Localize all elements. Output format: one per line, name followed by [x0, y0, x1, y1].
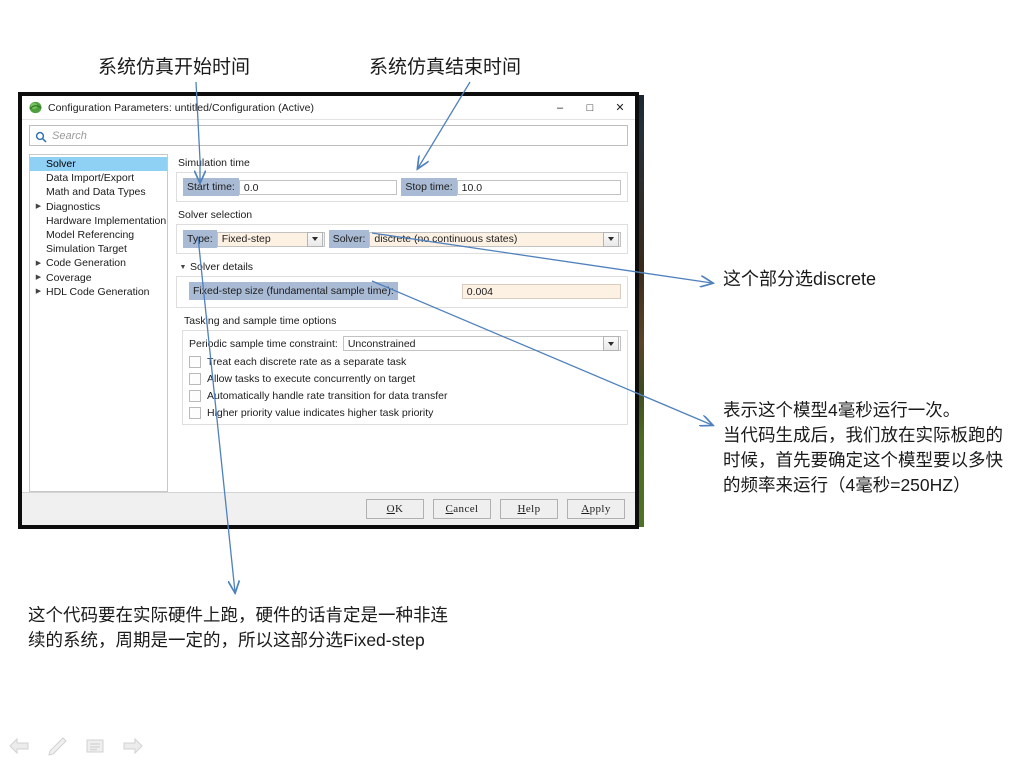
solver-selection-group-title: Solver selection: [178, 209, 253, 221]
window-title: Configuration Parameters: untitled/Confi…: [48, 101, 315, 114]
solver-details-title: Solver details: [190, 261, 254, 273]
search-row: Search: [22, 120, 635, 150]
window-controls: – □ ✕: [545, 96, 635, 119]
stop-time-input[interactable]: 10.0: [456, 179, 621, 195]
annotation-stop-time: 系统仿真结束时间: [369, 57, 522, 78]
chevron-down-icon[interactable]: [306, 231, 323, 247]
checkbox-label: Allow tasks to execute concurrently on t…: [207, 373, 416, 385]
minimize-button[interactable]: –: [545, 96, 575, 119]
tree-item-hdl-code-generation[interactable]: ▶ HDL Code Generation: [30, 285, 167, 299]
tree-item-label: Math and Data Types: [46, 186, 146, 199]
ok-button-rest: K: [395, 503, 404, 515]
tree-item-math-and-data-types[interactable]: Math and Data Types: [30, 185, 167, 199]
collapse-triangle-icon[interactable]: ▼: [178, 264, 188, 271]
tree-item-label: Coverage: [46, 271, 92, 284]
start-time-input[interactable]: 0.0: [238, 179, 398, 195]
tree-item-simulation-target[interactable]: Simulation Target: [30, 242, 167, 256]
checkbox-row-separate-task[interactable]: Treat each discrete rate as a separate t…: [189, 356, 621, 368]
checkbox-row-concurrent[interactable]: Allow tasks to execute concurrently on t…: [189, 373, 621, 385]
matlab-simulink-icon: [29, 101, 42, 114]
solver-value: discrete (no continuous states): [374, 233, 518, 245]
tree-item-hardware-implementation[interactable]: Hardware Implementation: [30, 214, 167, 228]
pencil-icon[interactable]: [46, 736, 68, 756]
settings-tree[interactable]: Solver Data Import/Export Math and Data …: [29, 154, 168, 492]
help-button-rest: elp: [525, 503, 541, 515]
apply-button-rest: pply: [589, 503, 611, 515]
tree-item-label: Code Generation: [46, 257, 126, 270]
annotation-start-time: 系统仿真开始时间: [98, 57, 251, 78]
periodic-constraint-dropdown[interactable]: Unconstrained: [342, 336, 621, 351]
tree-item-label: Hardware Implementation: [46, 214, 167, 227]
tree-item-label: HDL Code Generation: [46, 285, 150, 298]
checkbox-label: Automatically handle rate transition for…: [207, 390, 448, 402]
checkbox-row-rate-transition[interactable]: Automatically handle rate transition for…: [189, 390, 621, 402]
tree-item-label: Model Referencing: [46, 229, 135, 242]
settings-pane: Simulation time Start time: 0.0 Stop tim…: [174, 154, 628, 492]
window-title-bar: Configuration Parameters: untitled/Confi…: [22, 96, 635, 120]
fixed-step-size-label: Fixed-step size (fundamental sample time…: [189, 282, 398, 300]
dialog-footer: OK Cancel Help Apply: [22, 492, 635, 525]
expand-triangle-icon[interactable]: ▶: [34, 260, 43, 267]
annotation-sample-rate: 表示这个模型4毫秒运行一次。 当代码生成后，我们放在实际板跑的时候，首先要确定这…: [723, 400, 1003, 495]
start-time-label: Start time:: [183, 178, 239, 196]
arrow-right-icon[interactable]: [122, 736, 144, 756]
checkbox-row-priority[interactable]: Higher priority value indicates higher t…: [189, 407, 621, 419]
tree-item-label: Diagnostics: [46, 200, 101, 213]
help-button[interactable]: Help: [500, 499, 558, 519]
annotation-discrete: 这个部分选discrete: [723, 269, 877, 289]
arrow-left-icon[interactable]: [8, 736, 30, 756]
tree-item-diagnostics[interactable]: ▶ Diagnostics: [30, 200, 167, 214]
search-input[interactable]: Search: [29, 125, 628, 146]
tree-item-label: Solver: [46, 158, 76, 171]
expand-triangle-icon[interactable]: ▶: [34, 203, 43, 210]
cancel-button-rest: ancel: [453, 503, 479, 515]
ok-button[interactable]: OK: [366, 499, 424, 519]
solver-details-header[interactable]: ▼ Solver details: [178, 261, 628, 273]
slide-navigation-bar: [8, 736, 144, 756]
stop-time-label: Stop time:: [401, 178, 457, 196]
tasking-options-group: Periodic sample time constraint: Unconst…: [182, 330, 628, 425]
checkbox-separate-task[interactable]: [189, 356, 201, 368]
document-icon[interactable]: [84, 736, 106, 756]
simulation-time-group: Start time: 0.0 Stop time: 10.0: [176, 172, 628, 202]
checkbox-rate-transition[interactable]: [189, 390, 201, 402]
checkbox-concurrent-execution[interactable]: [189, 373, 201, 385]
tree-item-solver[interactable]: Solver: [30, 157, 167, 172]
cancel-button[interactable]: Cancel: [433, 499, 491, 519]
periodic-constraint-label: Periodic sample time constraint:: [189, 337, 338, 350]
tree-item-data-import-export[interactable]: Data Import/Export: [30, 171, 167, 185]
search-placeholder: Search: [52, 129, 87, 142]
solver-label: Solver:: [328, 230, 370, 248]
chevron-down-icon[interactable]: [603, 336, 619, 351]
close-button[interactable]: ✕: [605, 96, 635, 119]
solver-type-value: Fixed-step: [221, 233, 271, 245]
expand-triangle-icon[interactable]: ▶: [34, 288, 43, 295]
maximize-button[interactable]: □: [575, 96, 605, 119]
solver-dropdown[interactable]: discrete (no continuous states): [369, 231, 621, 247]
solver-details-group: Fixed-step size (fundamental sample time…: [176, 276, 628, 308]
expand-triangle-icon[interactable]: ▶: [34, 274, 43, 281]
tree-item-code-generation[interactable]: ▶ Code Generation: [30, 256, 167, 270]
checkbox-label: Treat each discrete rate as a separate t…: [207, 356, 407, 368]
tasking-options-title: Tasking and sample time options: [184, 315, 337, 327]
checkbox-higher-priority[interactable]: [189, 407, 201, 419]
chevron-down-icon[interactable]: [603, 231, 619, 247]
periodic-constraint-value: Unconstrained: [347, 337, 416, 350]
apply-button[interactable]: Apply: [567, 499, 625, 519]
tree-item-model-referencing[interactable]: Model Referencing: [30, 228, 167, 242]
checkbox-label: Higher priority value indicates higher t…: [207, 407, 434, 419]
tree-item-label: Simulation Target: [46, 243, 127, 256]
solver-selection-group: Type: Fixed-step Solver: discrete (no co…: [176, 224, 628, 254]
configuration-parameters-window: Configuration Parameters: untitled/Confi…: [18, 92, 639, 529]
search-icon: [35, 130, 47, 143]
annotation-fixed-step: 这个代码要在实际硬件上跑，硬件的话肯定是一种非连续的系统，周期是一定的，所以这部…: [28, 605, 448, 650]
tree-item-label: Data Import/Export: [46, 172, 135, 185]
solver-type-label: Type:: [183, 230, 217, 248]
tree-item-coverage[interactable]: ▶ Coverage: [30, 271, 167, 285]
fixed-step-size-input[interactable]: 0.004: [461, 283, 621, 299]
solver-type-dropdown[interactable]: Fixed-step: [216, 231, 325, 247]
simulation-time-group-title: Simulation time: [178, 157, 250, 169]
